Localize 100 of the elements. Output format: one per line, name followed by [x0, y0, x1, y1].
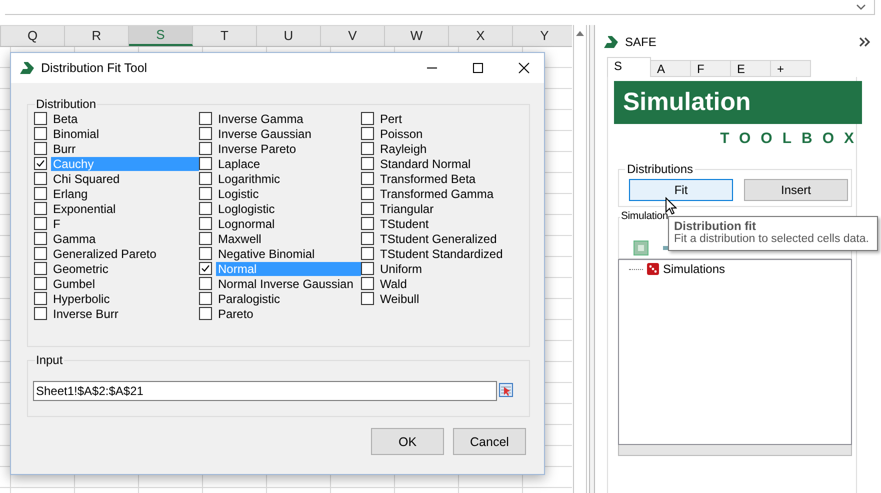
checkbox[interactable] — [199, 187, 212, 200]
checkbox[interactable] — [199, 307, 212, 320]
checkbox[interactable] — [361, 157, 374, 170]
option-label[interactable]: Beta — [51, 112, 199, 126]
option-label[interactable]: Pareto — [216, 306, 361, 320]
fit-button[interactable]: Fit — [629, 179, 733, 201]
option-label[interactable]: Wald — [378, 276, 521, 290]
option-label[interactable]: Inverse Pareto — [216, 142, 361, 156]
checkbox[interactable] — [361, 172, 374, 185]
option-label[interactable]: Standard Normal — [378, 156, 521, 170]
checkbox[interactable] — [199, 217, 212, 230]
option-label[interactable]: Uniform — [378, 262, 521, 276]
checkbox[interactable] — [199, 262, 212, 275]
maximize-icon[interactable] — [472, 62, 484, 74]
checkbox[interactable] — [199, 172, 212, 185]
checkbox[interactable] — [34, 157, 47, 170]
option-label[interactable]: Lognormal — [216, 216, 361, 230]
option-label[interactable]: Inverse Gamma — [216, 112, 361, 126]
checkbox[interactable] — [199, 277, 212, 290]
option-label[interactable]: Paralogistic — [216, 292, 361, 306]
checkbox[interactable] — [199, 127, 212, 140]
option-label[interactable]: Maxwell — [216, 232, 361, 246]
checkbox[interactable] — [199, 157, 212, 170]
option-label[interactable]: Logistic — [216, 186, 361, 200]
option-label[interactable]: Negative Binomial — [216, 246, 361, 260]
checkbox[interactable] — [361, 277, 374, 290]
checkbox[interactable] — [34, 247, 47, 260]
collapse-icon[interactable] — [859, 37, 871, 47]
option-label[interactable]: TStudent Generalized — [378, 232, 521, 246]
option-label[interactable]: Gamma — [51, 232, 199, 246]
panel-tab[interactable]: E — [731, 60, 771, 77]
checkbox[interactable] — [199, 232, 212, 245]
checkbox[interactable] — [199, 142, 212, 155]
checkbox[interactable] — [34, 187, 47, 200]
range-input[interactable]: Sheet1!$A$2:$A$21 — [33, 381, 497, 401]
panel-tab[interactable]: A — [651, 60, 691, 77]
checkbox[interactable] — [361, 112, 374, 125]
checkbox[interactable] — [361, 247, 374, 260]
option-label[interactable]: Pert — [378, 112, 521, 126]
option-label[interactable]: Logarithmic — [216, 172, 361, 186]
column-header[interactable]: X — [449, 26, 513, 46]
option-label[interactable]: Transformed Beta — [378, 172, 521, 186]
option-label[interactable]: Laplace — [216, 156, 361, 170]
option-label[interactable]: Geometric — [51, 262, 199, 276]
option-label[interactable]: Inverse Burr — [51, 306, 199, 320]
checkbox[interactable] — [34, 127, 47, 140]
checkbox[interactable] — [199, 247, 212, 260]
checkbox[interactable] — [34, 202, 47, 215]
checkbox[interactable] — [34, 232, 47, 245]
checkbox[interactable] — [34, 112, 47, 125]
checkbox[interactable] — [361, 142, 374, 155]
column-header[interactable]: V — [321, 26, 385, 46]
chevron-down-icon[interactable] — [856, 4, 866, 10]
option-label[interactable]: Inverse Gaussian — [216, 126, 361, 140]
option-label[interactable]: TStudent — [378, 216, 521, 230]
tree-view[interactable]: Simulations — [618, 259, 852, 445]
option-label[interactable]: Binomial — [51, 126, 199, 140]
option-label[interactable]: Poisson — [378, 126, 521, 140]
checkbox[interactable] — [34, 217, 47, 230]
panel-tab[interactable]: F — [691, 60, 731, 77]
option-label[interactable]: TStudent Standardized — [378, 246, 521, 260]
checkbox[interactable] — [199, 202, 212, 215]
checkbox[interactable] — [199, 112, 212, 125]
checkbox[interactable] — [361, 262, 374, 275]
checkbox[interactable] — [361, 202, 374, 215]
option-label[interactable]: Transformed Gamma — [378, 186, 521, 200]
checkbox[interactable] — [34, 142, 47, 155]
range-picker-button[interactable] — [498, 382, 516, 400]
option-label[interactable]: Exponential — [51, 202, 199, 216]
column-header[interactable]: S — [129, 26, 193, 46]
checkbox[interactable] — [34, 262, 47, 275]
checkbox[interactable] — [34, 307, 47, 320]
column-header[interactable]: U — [257, 26, 321, 46]
option-label[interactable]: F — [51, 216, 199, 230]
close-icon[interactable] — [518, 62, 530, 74]
option-label[interactable]: Burr — [51, 142, 199, 156]
option-label[interactable]: Chi Squared — [51, 172, 199, 186]
column-header[interactable]: T — [193, 26, 257, 46]
option-label[interactable]: Generalized Pareto — [51, 246, 199, 260]
ok-button[interactable]: OK — [371, 428, 444, 455]
panel-tab[interactable]: + — [771, 60, 811, 77]
option-label[interactable]: Rayleigh — [378, 142, 521, 156]
option-label[interactable]: Triangular — [378, 202, 521, 216]
option-label[interactable]: Loglogistic — [216, 202, 361, 216]
column-header[interactable]: Q — [1, 26, 65, 46]
checkbox[interactable] — [34, 292, 47, 305]
option-label[interactable]: Gumbel — [51, 276, 199, 290]
checkbox[interactable] — [361, 217, 374, 230]
checkbox[interactable] — [361, 187, 374, 200]
checkbox[interactable] — [34, 277, 47, 290]
scroll-up-icon[interactable] — [576, 31, 584, 36]
tree-item[interactable]: Simulations — [663, 262, 726, 276]
checkbox[interactable] — [361, 292, 374, 305]
checkbox[interactable] — [34, 172, 47, 185]
option-label[interactable]: Hyperbolic — [51, 292, 199, 306]
option-label[interactable]: Erlang — [51, 186, 199, 200]
option-label[interactable]: Normal Inverse Gaussian — [216, 276, 361, 290]
panel-tab[interactable]: S — [607, 57, 651, 77]
column-header[interactable]: W — [385, 26, 449, 46]
checkbox[interactable] — [361, 127, 374, 140]
